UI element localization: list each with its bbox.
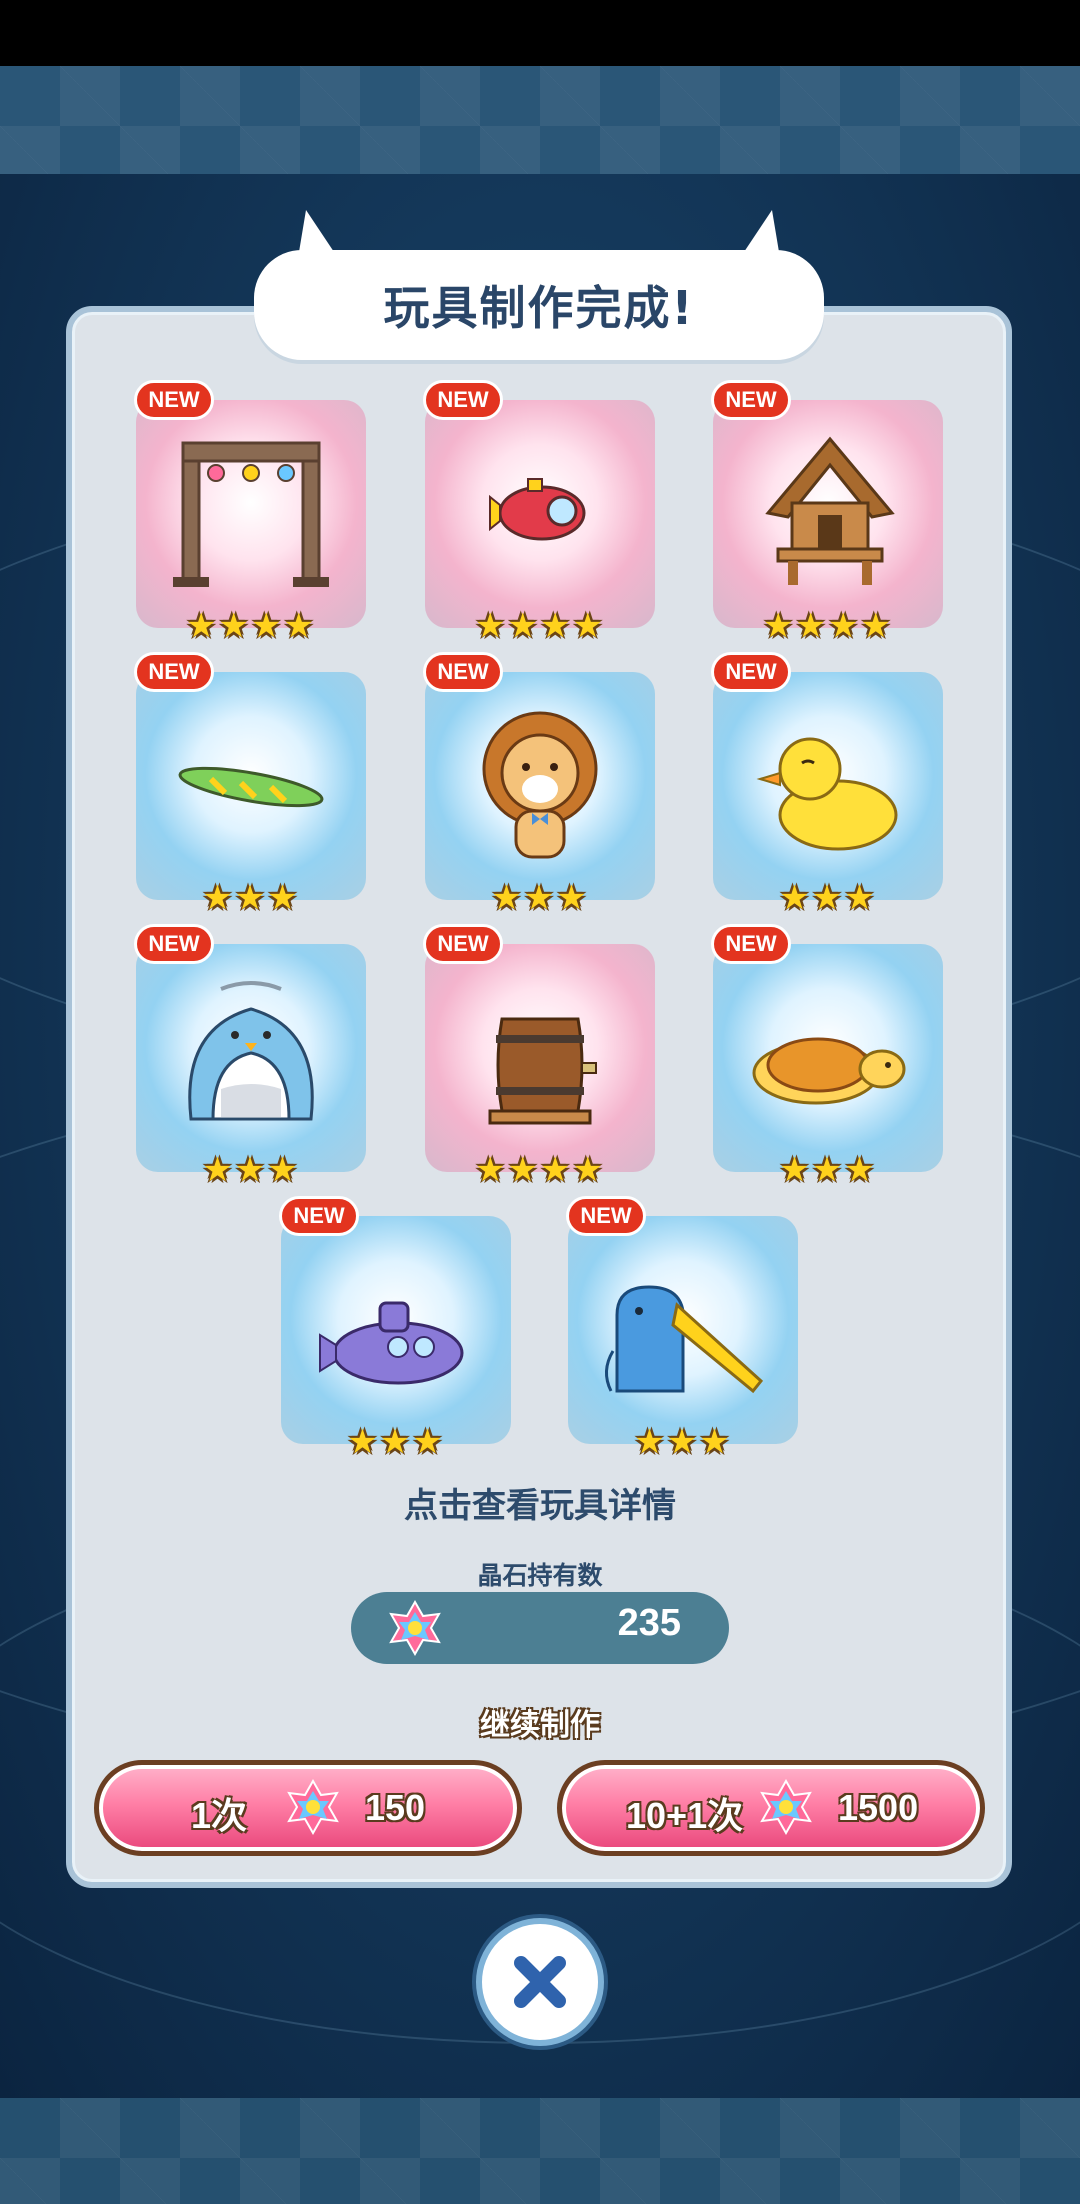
toy-card-lion[interactable]: NEW ★★★ bbox=[423, 652, 655, 918]
elephant-slide-icon bbox=[605, 1285, 764, 1394]
toy-card-submarine[interactable]: NEW ★★★★ bbox=[423, 380, 655, 646]
stage-truss-icon bbox=[173, 441, 329, 587]
star-rating: ★★★ bbox=[202, 1150, 300, 1190]
star-rating: ★★★ bbox=[202, 878, 300, 918]
star-rating: ★★★★ bbox=[763, 606, 893, 646]
submarine-icon bbox=[489, 478, 586, 541]
surfboard-icon bbox=[178, 766, 324, 808]
gem-count-bar: 235 bbox=[351, 1592, 729, 1664]
toy-card-surfboard[interactable]: NEW ★★★ bbox=[134, 652, 366, 918]
star-rating: ★★★ bbox=[779, 1150, 877, 1190]
star-rating: ★★★★ bbox=[475, 606, 605, 646]
new-badge: NEW bbox=[711, 652, 791, 692]
craft-ten-plus-one-cost: 1500 bbox=[838, 1787, 919, 1828]
craft-once-label: 1次 bbox=[191, 1795, 248, 1836]
toy-card-purple-submarine[interactable]: NEW ★★★ bbox=[279, 1196, 511, 1462]
penguin-tent-icon bbox=[188, 981, 314, 1121]
new-badge: NEW bbox=[423, 380, 503, 420]
bottom-background-strip bbox=[0, 2098, 1080, 2204]
rainbow-gem-icon bbox=[760, 1779, 812, 1835]
status-bar bbox=[0, 0, 1080, 66]
star-rating: ★★★★ bbox=[186, 606, 316, 646]
new-badge: NEW bbox=[134, 380, 214, 420]
new-badge: NEW bbox=[711, 380, 791, 420]
continue-crafting-label: 继续制作 bbox=[480, 1708, 600, 1743]
rainbow-gem-icon bbox=[389, 1600, 441, 1656]
toy-card-wooden-hut[interactable]: NEW ★★★★ bbox=[711, 380, 943, 646]
new-badge: NEW bbox=[134, 652, 214, 692]
new-badge: NEW bbox=[423, 924, 503, 964]
toy-card-stage-truss[interactable]: NEW ★★★★ bbox=[134, 380, 366, 646]
gem-count-value: 235 bbox=[617, 1602, 681, 1644]
details-hint: 点击查看玩具详情 bbox=[404, 1486, 676, 1526]
star-rating: ★★★ bbox=[779, 878, 877, 918]
wooden-hut-icon bbox=[765, 436, 895, 585]
craft-once-button[interactable]: 1次 150 bbox=[94, 1760, 522, 1856]
star-rating: ★★★ bbox=[347, 1422, 445, 1462]
title-banner: 玩具制作完成! bbox=[254, 210, 824, 360]
purple-submarine-icon bbox=[319, 1301, 464, 1385]
star-rating: ★★★ bbox=[491, 878, 589, 918]
page-title: 玩具制作完成! bbox=[383, 281, 695, 335]
close-button[interactable] bbox=[476, 1918, 604, 2046]
new-badge: NEW bbox=[566, 1196, 646, 1236]
craft-once-cost: 150 bbox=[365, 1787, 426, 1828]
toy-card-penguin-tent[interactable]: NEW ★★★ bbox=[134, 924, 366, 1190]
toy-card-wooden-barrel[interactable]: NEW ★★★★ bbox=[423, 924, 655, 1190]
close-x-icon bbox=[506, 1948, 574, 2016]
new-badge: NEW bbox=[711, 924, 791, 964]
star-rating: ★★★ bbox=[634, 1422, 732, 1462]
toy-card-sea-turtle[interactable]: NEW ★★★ bbox=[711, 924, 943, 1190]
new-badge: NEW bbox=[423, 652, 503, 692]
top-background-strip bbox=[0, 66, 1080, 174]
craft-ten-plus-one-label: 10+1次 bbox=[626, 1795, 744, 1836]
rainbow-gem-icon bbox=[287, 1779, 339, 1835]
star-rating: ★★★★ bbox=[475, 1150, 605, 1190]
new-badge: NEW bbox=[134, 924, 214, 964]
new-badge: NEW bbox=[279, 1196, 359, 1236]
gem-count-label: 晶石持有数 bbox=[477, 1561, 603, 1590]
rubber-duck-icon bbox=[756, 737, 898, 851]
toy-card-elephant-slide[interactable]: NEW ★★★ bbox=[566, 1196, 798, 1462]
toy-card-rubber-duck[interactable]: NEW ★★★ bbox=[711, 652, 943, 918]
lion-icon bbox=[482, 711, 598, 859]
wooden-barrel-icon bbox=[488, 1017, 597, 1125]
sea-turtle-icon bbox=[752, 1037, 906, 1105]
craft-ten-plus-one-button[interactable]: 10+1次 1500 bbox=[557, 1760, 985, 1856]
